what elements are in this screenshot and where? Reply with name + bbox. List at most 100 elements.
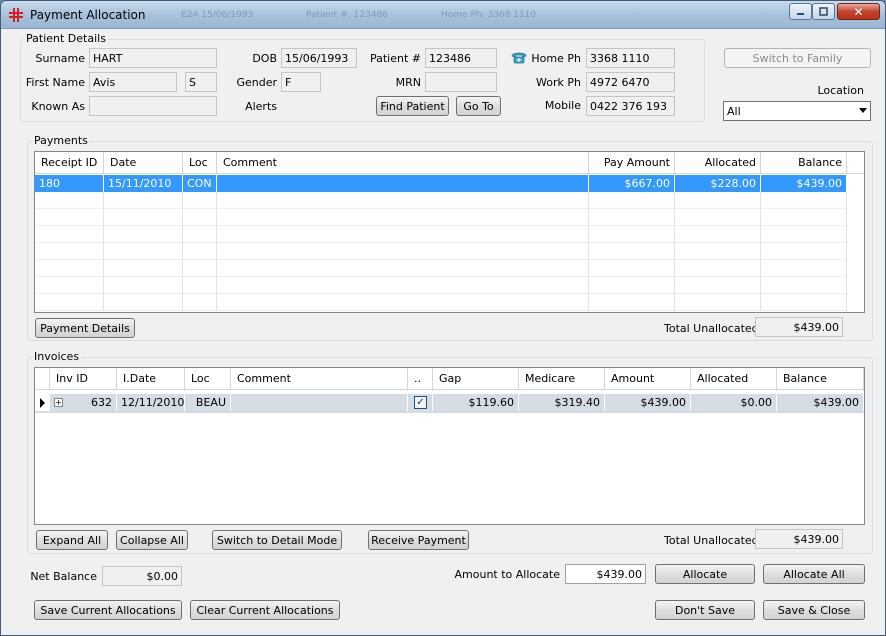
loc-cell: CON [183, 175, 217, 192]
empty-cell [589, 192, 675, 209]
net-balance-label: Net Balance [30, 570, 97, 583]
col-medicare[interactable]: Medicare [519, 368, 605, 390]
amount-to-allocate-label: Amount to Allocate [454, 568, 561, 581]
empty-row [35, 226, 847, 243]
col-allocated[interactable]: Allocated [675, 152, 761, 174]
empty-cell [217, 243, 589, 260]
window-title: Payment Allocation [30, 8, 146, 22]
gap-cell: $119.60 [433, 394, 519, 411]
payments-grid: Receipt ID Date Loc Comment Pay Amount A… [34, 151, 865, 313]
save-and-close-button[interactable]: Save & Close [763, 600, 865, 620]
invoices-total-field: $439.00 [755, 529, 843, 549]
empty-cell [589, 226, 675, 243]
maximize-button[interactable] [812, 3, 835, 20]
dob-field[interactable]: 15/06/1993 [281, 48, 357, 68]
alerts-label: Alerts [245, 100, 277, 113]
amount-to-allocate-input[interactable]: $439.00 [565, 564, 646, 584]
empty-cell [183, 277, 217, 294]
expand-all-button[interactable]: Expand All [36, 530, 108, 550]
initial-field[interactable]: S [185, 72, 217, 92]
invoices-header: Inv ID I.Date Loc Comment .. Gap Medicar… [35, 368, 864, 390]
empty-cell [183, 243, 217, 260]
empty-cell [183, 209, 217, 226]
empty-cell [35, 294, 104, 311]
minimize-button[interactable] [789, 3, 812, 20]
col-amount[interactable]: Amount [605, 368, 691, 390]
title-bar[interactable]: Payment Allocation E2A 15/06/1993 Patien… [1, 1, 885, 29]
invoice-checkbox[interactable]: ✓ [414, 396, 427, 409]
empty-cell [104, 277, 183, 294]
mrn-field[interactable] [425, 72, 497, 92]
col-inv-comment[interactable]: Comment [231, 368, 408, 390]
col-inv-allocated[interactable]: Allocated [691, 368, 777, 390]
pay-amount-cell: $667.00 [589, 175, 675, 192]
chevron-down-icon [859, 108, 867, 113]
empty-cell [104, 294, 183, 311]
minimize-icon [797, 13, 804, 15]
gender-field[interactable]: F [281, 72, 321, 92]
maximize-icon [819, 7, 828, 16]
col-inv-balance[interactable]: Balance [777, 368, 864, 390]
surname-label: Surname [35, 52, 85, 65]
col-comment[interactable]: Comment [217, 152, 589, 174]
ghost-text: Patient #: 123486 [306, 10, 388, 20]
invoice-row[interactable]: + 632 12/11/2010 BEAU ✓ $119.60 $319.40 … [35, 394, 864, 413]
location-select[interactable]: All [723, 101, 871, 121]
clear-current-allocations-button[interactable]: Clear Current Allocations [190, 600, 340, 620]
invoices-total-label: Total Unallocated [664, 534, 759, 547]
close-button[interactable]: ✕ [837, 3, 880, 20]
mrn-label: MRN [395, 76, 421, 89]
col-inv-check[interactable]: .. [408, 368, 433, 390]
expand-plus-icon[interactable]: + [54, 398, 63, 407]
knownas-field[interactable] [89, 96, 217, 116]
dont-save-button[interactable]: Don't Save [655, 600, 755, 620]
allocate-button[interactable]: Allocate [655, 564, 755, 584]
collapse-all-button[interactable]: Collapse All [116, 530, 188, 550]
col-inv-id[interactable]: Inv ID [50, 368, 117, 390]
col-pay-amount[interactable]: Pay Amount [589, 152, 675, 174]
empty-cell [35, 260, 104, 277]
mobile-label: Mobile [544, 99, 581, 112]
switch-detail-mode-button[interactable]: Switch to Detail Mode [212, 530, 342, 550]
firstname-field[interactable]: Avis [89, 72, 177, 92]
work-phone-field[interactable]: 4972 6470 [586, 72, 675, 92]
payment-allocation-window: Payment Allocation E2A 15/06/1993 Patien… [0, 0, 886, 636]
col-loc[interactable]: Loc [183, 152, 217, 174]
patient-number-field[interactable]: 123486 [425, 48, 497, 68]
receive-payment-button[interactable]: Receive Payment [368, 530, 469, 550]
switch-to-family-button[interactable]: Switch to Family [724, 48, 871, 68]
comment-cell [217, 175, 589, 192]
empty-cell [589, 294, 675, 311]
empty-cell [217, 209, 589, 226]
empty-cell [35, 243, 104, 260]
inv-loc-cell: BEAU [185, 394, 231, 411]
empty-cell [183, 260, 217, 277]
find-patient-button[interactable]: Find Patient [376, 96, 449, 116]
empty-cell [104, 260, 183, 277]
location-value: All [727, 105, 741, 118]
payment-details-button[interactable]: Payment Details [35, 318, 135, 338]
empty-cell [35, 192, 104, 209]
invoices-grid: Inv ID I.Date Loc Comment .. Gap Medicar… [34, 367, 865, 525]
close-icon: ✕ [853, 4, 864, 19]
payment-row[interactable]: 180 15/11/2010 CON $667.00 $228.00 $439.… [35, 175, 847, 192]
col-inv-loc[interactable]: Loc [185, 368, 231, 390]
col-gap[interactable]: Gap [433, 368, 519, 390]
allocate-all-button[interactable]: Allocate All [763, 564, 865, 584]
col-balance[interactable]: Balance [761, 152, 847, 174]
phone-icon[interactable] [510, 49, 528, 65]
surname-field[interactable]: HART [89, 48, 217, 68]
home-phone-field[interactable]: 3368 1110 [586, 48, 675, 68]
mobile-field[interactable]: 0422 376 193 [586, 96, 675, 116]
empty-cell [761, 209, 847, 226]
go-to-button[interactable]: Go To [456, 96, 501, 116]
col-inv-date[interactable]: I.Date [117, 368, 185, 390]
col-date[interactable]: Date [104, 152, 183, 174]
empty-cell [675, 260, 761, 277]
empty-row [35, 294, 847, 311]
empty-cell [217, 260, 589, 277]
payments-header: Receipt ID Date Loc Comment Pay Amount A… [35, 152, 864, 174]
empty-cell [183, 294, 217, 311]
save-current-allocations-button[interactable]: Save Current Allocations [34, 600, 182, 620]
col-receipt-id[interactable]: Receipt ID [35, 152, 104, 174]
